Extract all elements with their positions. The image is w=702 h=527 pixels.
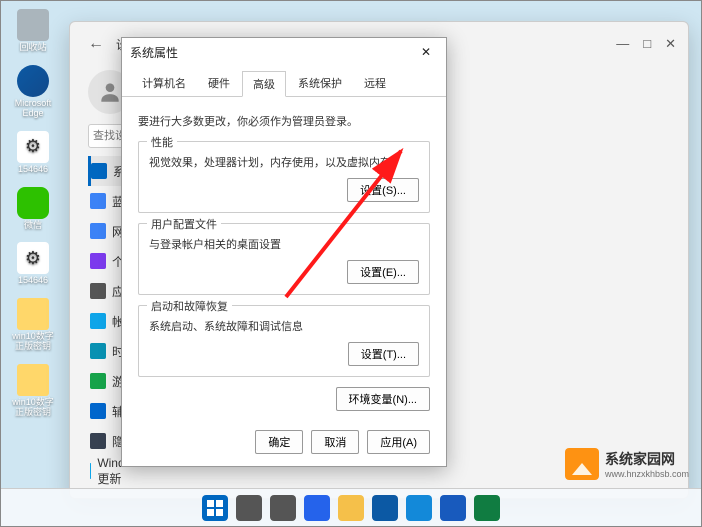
- taskbar-edge-icon[interactable]: [372, 495, 398, 521]
- desktop-icon[interactable]: win10数字正版密钥: [9, 364, 57, 418]
- taskbar-excel-icon[interactable]: [474, 495, 500, 521]
- watermark-url: www.hnzxkhbsb.com: [605, 469, 689, 479]
- watermark-logo-icon: [565, 448, 599, 480]
- group-desc: 系统启动、系统故障和调试信息: [149, 318, 419, 334]
- folder-icon: [17, 364, 49, 396]
- cancel-button[interactable]: 取消: [311, 430, 359, 454]
- desktop-icon-label: win10数字正版密钥: [9, 398, 57, 418]
- desktop-icon-label: 微信: [24, 221, 42, 231]
- group-1: 用户配置文件与登录帐户相关的桌面设置设置(E)...: [138, 223, 430, 295]
- group-0: 性能视觉效果，处理器计划，内存使用，以及虚拟内存设置(S)...: [138, 141, 430, 213]
- desktop-icon-label: Microsoft Edge: [9, 99, 57, 119]
- desktop-icons: 回收站 Microsoft Edge ⚙ 154646 微信 ⚙ 154646 win10数字…: [9, 9, 57, 430]
- tab-2[interactable]: 高级: [242, 71, 286, 97]
- watermark-name: 系统家园网: [605, 449, 689, 469]
- nav-icon: [90, 223, 106, 239]
- nav-icon: [90, 283, 106, 299]
- nav-icon: [90, 253, 106, 269]
- window-controls: — □ ✕: [616, 36, 676, 52]
- desktop-icon[interactable]: Microsoft Edge: [9, 65, 57, 119]
- dialog-body: 要进行大多数更改，你必须作为管理员登录。 性能视觉效果，处理器计划，内存使用，以…: [122, 97, 446, 421]
- ok-button[interactable]: 确定: [255, 430, 303, 454]
- taskbar: [1, 488, 701, 526]
- desktop-icon[interactable]: ⚙ 154646: [9, 242, 57, 286]
- nav-icon: [90, 403, 106, 419]
- cog-icon: ⚙: [17, 131, 49, 163]
- taskbar-search-icon[interactable]: [236, 495, 262, 521]
- desktop-icon-label: 154646: [18, 165, 48, 175]
- back-button[interactable]: ←: [82, 30, 110, 58]
- nav-icon: [90, 343, 106, 359]
- taskbar-start-icon[interactable]: [202, 495, 228, 521]
- apply-button[interactable]: 应用(A): [367, 430, 430, 454]
- group-settings-button-1[interactable]: 设置(E)...: [347, 260, 419, 284]
- desktop-icon[interactable]: 微信: [9, 187, 57, 231]
- group-desc: 与登录帐户相关的桌面设置: [149, 236, 419, 252]
- desktop-icon-label: win10数字正版密钥: [9, 332, 57, 352]
- system-properties-dialog: 系统属性 ✕ 计算机名硬件高级系统保护远程 要进行大多数更改，你必须作为管理员登…: [121, 37, 447, 467]
- desktop-icon[interactable]: 回收站: [9, 9, 57, 53]
- tab-4[interactable]: 远程: [354, 71, 396, 97]
- watermark: 系统家园网 www.hnzxkhbsb.com: [565, 448, 689, 480]
- dialog-titlebar: 系统属性 ✕: [122, 38, 446, 66]
- dialog-close-button[interactable]: ✕: [414, 40, 438, 64]
- dialog-footer: 确定 取消 应用(A): [255, 430, 430, 454]
- group-desc: 视觉效果，处理器计划，内存使用，以及虚拟内存: [149, 154, 419, 170]
- wx-icon: [17, 187, 49, 219]
- dialog-tabs: 计算机名硬件高级系统保护远程: [122, 66, 446, 97]
- nav-icon: [90, 463, 91, 479]
- folder-icon: [17, 298, 49, 330]
- group-title: 启动和故障恢复: [147, 298, 232, 314]
- env-vars-button[interactable]: 环境变量(N)...: [336, 387, 430, 411]
- tab-3[interactable]: 系统保护: [288, 71, 352, 97]
- dialog-title: 系统属性: [130, 44, 178, 61]
- group-settings-button-0[interactable]: 设置(S)...: [347, 178, 419, 202]
- nav-icon: [90, 313, 106, 329]
- close-button[interactable]: ✕: [665, 36, 676, 52]
- tab-1[interactable]: 硬件: [198, 71, 240, 97]
- taskbar-word-icon[interactable]: [440, 495, 466, 521]
- maximize-button[interactable]: □: [643, 36, 651, 52]
- desktop-icon[interactable]: win10数字正版密钥: [9, 298, 57, 352]
- nav-icon: [90, 433, 106, 449]
- taskbar-store-icon[interactable]: [406, 495, 432, 521]
- minimize-button[interactable]: —: [616, 36, 629, 52]
- group-settings-button-2[interactable]: 设置(T)...: [348, 342, 419, 366]
- cog-icon: ⚙: [17, 242, 49, 274]
- bin-icon: [17, 9, 49, 41]
- desktop-icon[interactable]: ⚙ 154646: [9, 131, 57, 175]
- tab-0[interactable]: 计算机名: [132, 71, 196, 97]
- group-title: 用户配置文件: [147, 216, 221, 232]
- desktop-icon-label: 154646: [18, 276, 48, 286]
- edge-icon: [17, 65, 49, 97]
- admin-note: 要进行大多数更改，你必须作为管理员登录。: [138, 113, 430, 129]
- taskbar-tasks-icon[interactable]: [270, 495, 296, 521]
- desktop-icon-label: 回收站: [19, 43, 46, 53]
- nav-icon: [90, 193, 106, 209]
- group-2: 启动和故障恢复系统启动、系统故障和调试信息设置(T)...: [138, 305, 430, 377]
- nav-icon: [91, 163, 107, 179]
- taskbar-explorer-icon[interactable]: [338, 495, 364, 521]
- nav-icon: [90, 373, 106, 389]
- taskbar-widgets-icon[interactable]: [304, 495, 330, 521]
- group-title: 性能: [147, 134, 177, 150]
